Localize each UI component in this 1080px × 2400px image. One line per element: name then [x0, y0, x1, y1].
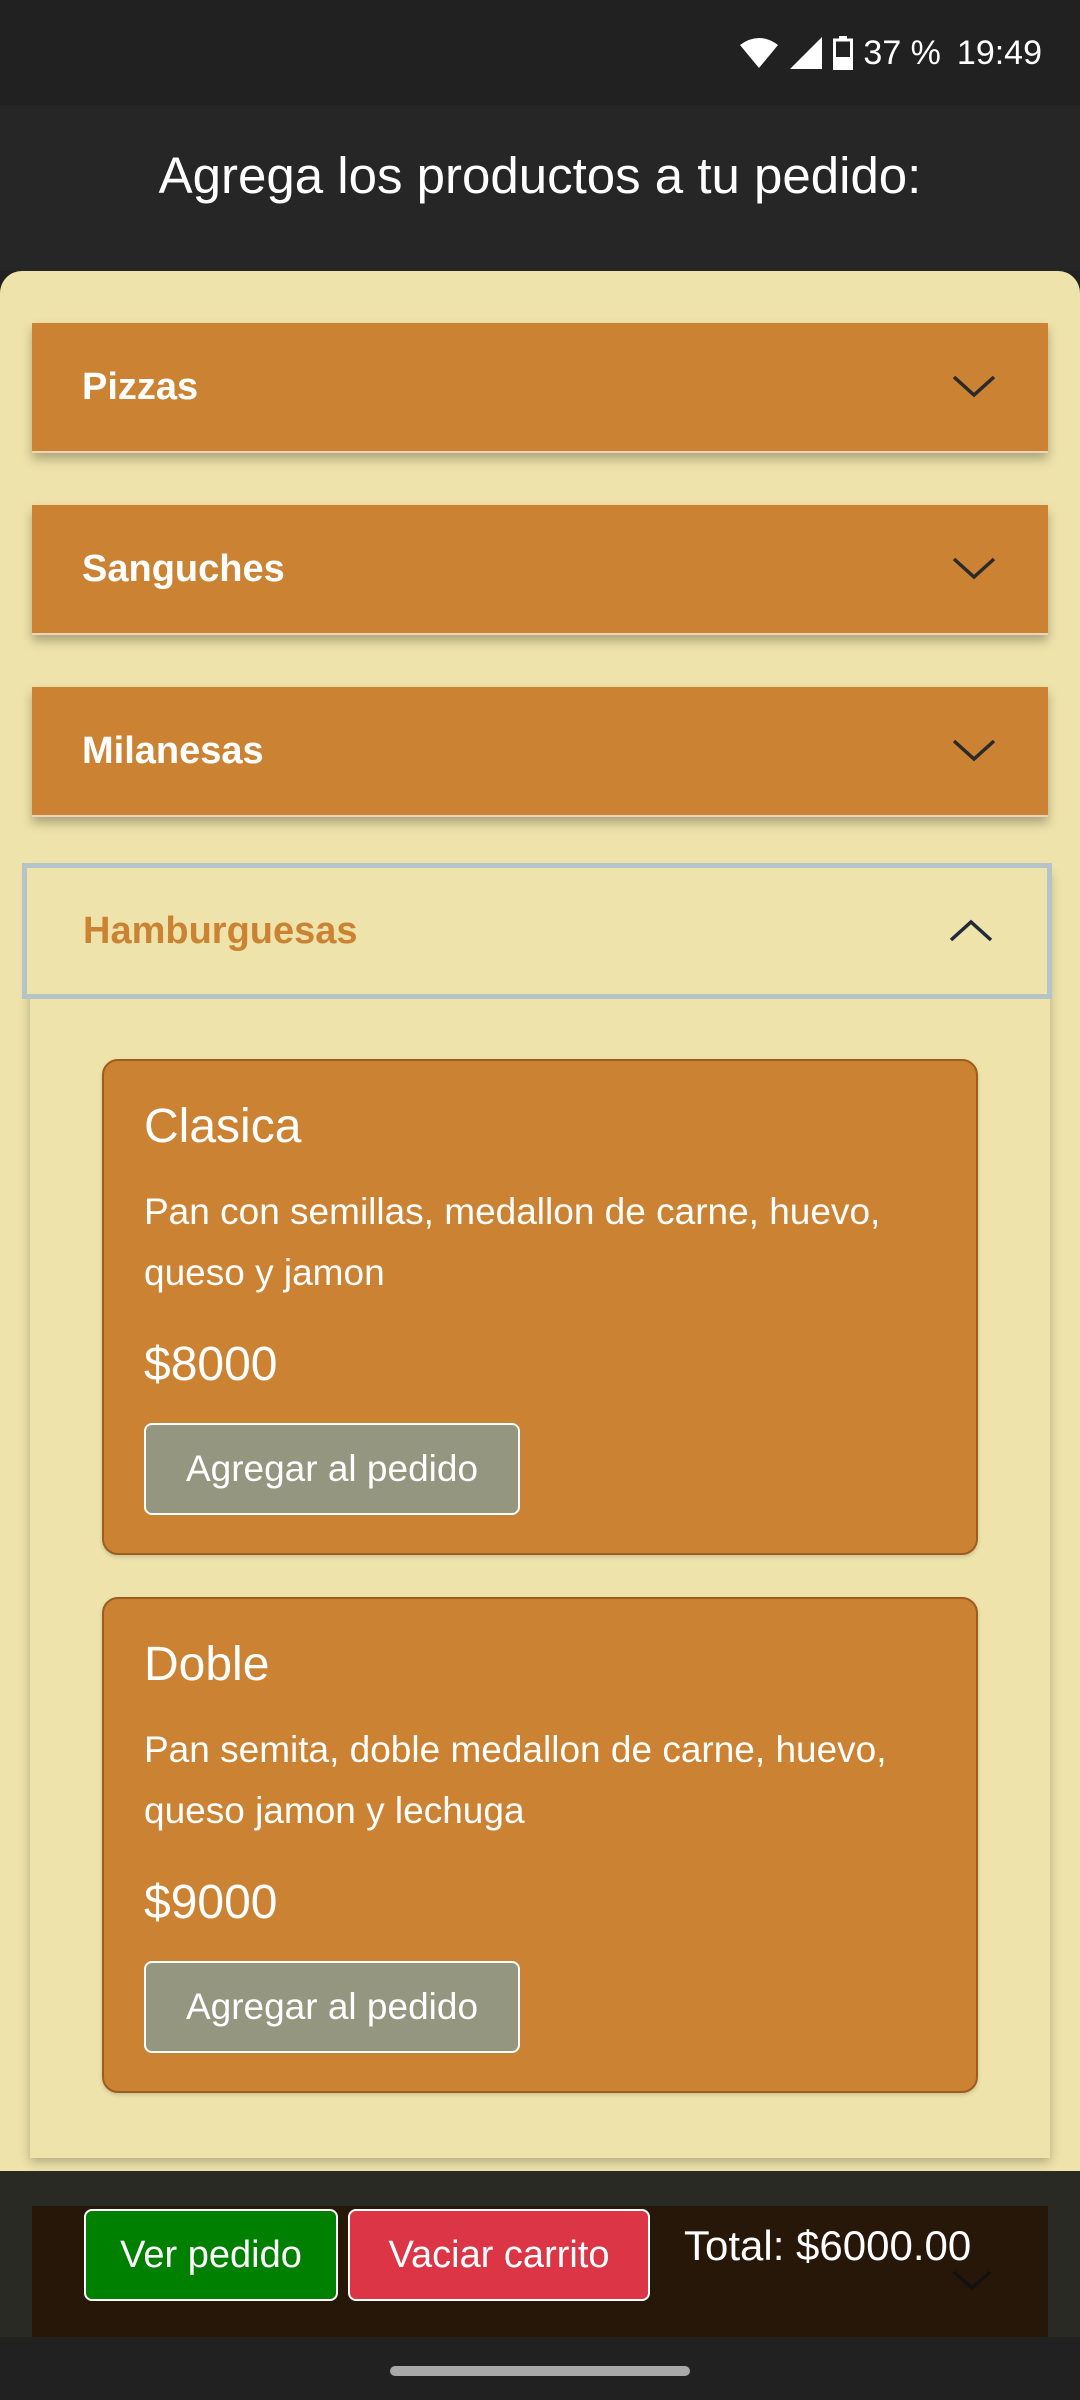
chevron-down-icon	[952, 557, 996, 580]
category-label: Pizzas	[82, 366, 199, 408]
product-name: Doble	[144, 1638, 270, 1691]
add-to-order-button[interactable]: Agregar al pedido	[144, 1423, 520, 1515]
category-label: Milanesas	[82, 730, 264, 772]
category-sanguches[interactable]: Sanguches	[32, 505, 1048, 635]
empty-cart-button[interactable]: Vaciar carrito	[348, 2209, 650, 2301]
signal-icon	[789, 36, 823, 70]
category-hamburguesas[interactable]: Hamburguesas	[22, 863, 1052, 999]
product-price: $8000	[144, 1338, 278, 1391]
view-order-button[interactable]: Ver pedido	[84, 2209, 338, 2301]
product-name: Clasica	[144, 1100, 302, 1153]
clock: 19:49	[956, 33, 1042, 72]
product-price: $9000	[144, 1876, 278, 1929]
battery-icon	[833, 36, 854, 70]
home-indicator[interactable]	[390, 2366, 690, 2376]
product-description: Pan semita, doble medallon de carne, hue…	[144, 1729, 887, 1831]
status-indicators: 37 % 19:49	[739, 30, 1042, 76]
chevron-down-icon	[952, 375, 996, 398]
order-total: Total: $6000.00	[684, 2222, 972, 2269]
product-card: Clasica Pan con semillas, medallon de ca…	[102, 1059, 978, 1555]
chevron-down-icon	[952, 739, 996, 762]
product-card: Doble Pan semita, doble medallon de carn…	[102, 1597, 978, 2093]
category-pizzas[interactable]: Pizzas	[32, 323, 1048, 453]
chevron-up-icon	[949, 919, 993, 942]
battery-percent: 37 %	[863, 33, 941, 72]
add-to-order-button[interactable]: Agregar al pedido	[144, 1961, 520, 2053]
product-description: Pan con semillas, medallon de carne, hue…	[144, 1191, 881, 1293]
wifi-icon	[739, 37, 779, 69]
category-label: Sanguches	[82, 548, 285, 590]
category-milanesas[interactable]: Milanesas	[32, 687, 1048, 817]
status-bar: 37 % 19:49	[0, 0, 1080, 105]
category-label: Hamburguesas	[83, 910, 358, 952]
page-title: Agrega los productos a tu pedido:	[158, 147, 922, 204]
